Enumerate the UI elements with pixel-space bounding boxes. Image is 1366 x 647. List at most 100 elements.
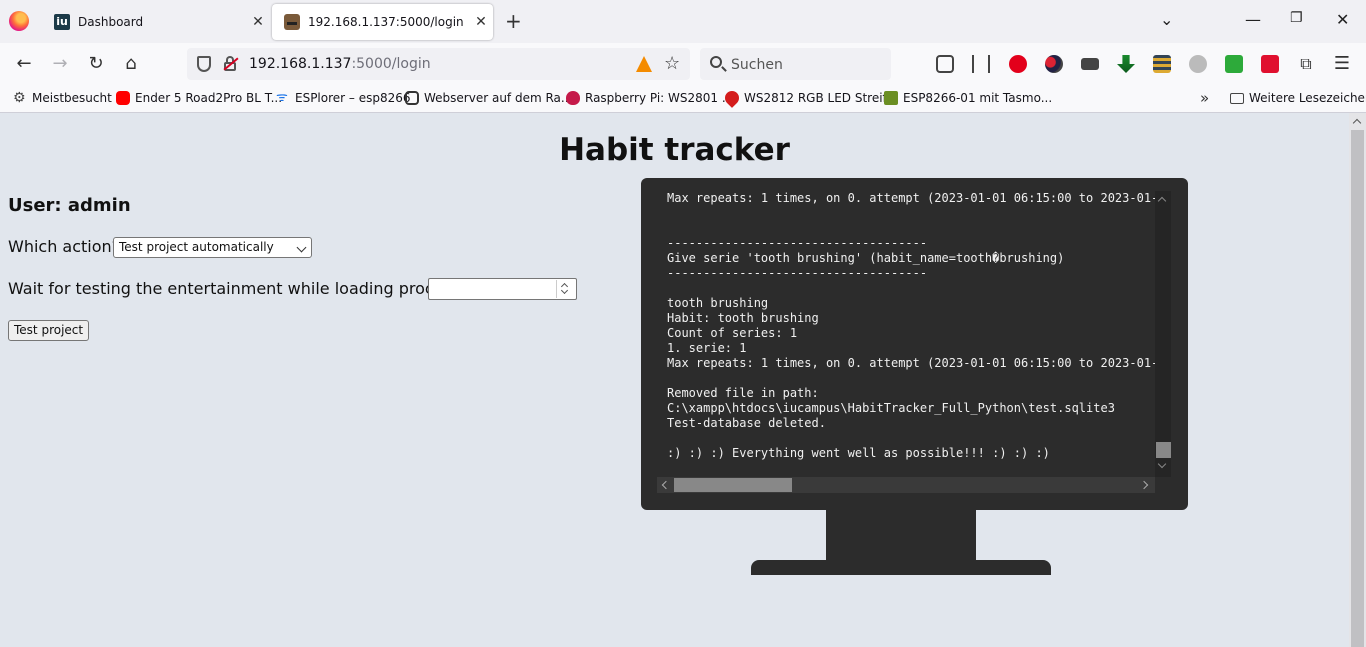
monitor-stand-neck [826,510,976,560]
monitor-stand-base [751,560,1051,575]
console-line: Max repeats: 1 times, on 0. attempt (202… [667,356,1157,370]
page-scroll-thumb[interactable] [1351,130,1364,647]
tab-strip: iu Dashboard ✕ 192.168.1.137:5000/login … [0,0,1366,43]
bookmark-star-icon[interactable]: ☆ [664,53,680,74]
console-vertical-scroll-thumb[interactable] [1156,442,1171,458]
console-output[interactable]: Max repeats: 1 times, on 0. attempt (202… [657,191,1157,473]
console-horizontal-scroll-thumb[interactable] [674,478,792,492]
console-line: ------------------------------------ [667,266,928,280]
page-scrollbar[interactable] [1349,113,1366,647]
page-content: Habit tracker User: admin Which action? … [0,113,1349,647]
search-icon [710,56,722,68]
back-arrow-icon[interactable]: ← [12,53,36,75]
bookmark-label: Ender 5 Road2Pro BL T... [135,91,283,105]
home-icon[interactable]: ⌂ [119,53,143,75]
reload-icon[interactable]: ↻ [84,53,108,75]
monitor-frame: Max repeats: 1 times, on 0. attempt (202… [641,178,1188,510]
tab-dashboard[interactable]: iu Dashboard ✕ [42,4,270,40]
gear-icon: ⚙ [13,90,26,106]
console-text: Max repeats: 1 times, on 0. attempt (202… [667,191,1157,461]
close-tab-icon[interactable]: ✕ [246,14,270,30]
wait-number-input[interactable] [428,278,577,300]
console-line: Test-database deleted. [667,416,826,430]
bookmark-esplorer[interactable]: ᯤ ESPlorer – esp8266 [276,91,411,106]
action-select[interactable]: Test project automatically [113,237,312,258]
adblock-plus-icon[interactable] [1009,55,1027,73]
console-horizontal-scrollbar[interactable] [657,477,1155,493]
extension-red-icon[interactable] [1261,55,1279,73]
tab-login[interactable]: 192.168.1.137:5000/login ✕ [272,4,493,40]
bookmark-raspberry[interactable]: Raspberry Pi: WS2801 ... [566,91,733,105]
console-line: Removed file in path: [667,386,819,400]
console-vertical-scrollbar[interactable] [1155,191,1171,477]
console-line: tooth brushing [667,296,769,310]
url-text[interactable]: 192.168.1.137:5000/login [249,56,431,72]
raspberry-icon [566,91,580,105]
bookmark-ender5[interactable]: Ender 5 Road2Pro BL T... [116,91,282,105]
pocket-icon[interactable] [936,55,954,73]
firefox-logo-icon[interactable] [9,11,29,31]
bookmark-label: Weitere Lesezeichen [1249,91,1366,105]
bookmark-label: Meistbesucht [32,91,112,105]
bookmark-esp8266[interactable]: ESP8266-01 mit Tasmo... [884,91,1052,105]
user-label: User: admin [8,195,131,216]
tracking-shield-icon[interactable] [197,56,211,72]
download-arrow-icon[interactable] [1117,55,1135,73]
close-window-icon[interactable]: ✕ [1336,10,1349,29]
extension-green-icon[interactable] [1225,55,1243,73]
print-icon[interactable] [1081,58,1099,70]
more-bookmarks-chevron-icon[interactable]: » [1200,89,1209,107]
navigation-bar: ← → ↻ ⌂ 192.168.1.137:5000/login ☆ Suche… [0,43,1366,86]
minimize-icon[interactable]: — [1245,10,1261,29]
action-question-label: Which action? [8,237,121,256]
extension-grey-icon[interactable] [1189,55,1207,73]
scroll-up-arrow-icon[interactable] [1157,196,1167,206]
bookmark-ws2812[interactable]: WS2812 RGB LED Streif... [722,88,897,108]
tab-label: 192.168.1.137:5000/login [308,15,464,29]
restore-icon[interactable]: ❐ [1290,10,1303,26]
console-line: Max repeats: 1 times, on 0. attempt (202… [667,191,1157,205]
other-bookmarks-folder[interactable]: Weitere Lesezeichen [1230,91,1366,105]
search-input[interactable]: Suchen [700,48,891,80]
bookmark-label: ESP8266-01 mit Tasmo... [903,91,1053,105]
bookmarks-toolbar: ⚙ Meistbesucht Ender 5 Road2Pro BL T... … [0,86,1366,113]
iu-logo-icon: iu [54,14,70,30]
scroll-up-arrow-icon[interactable] [1352,118,1362,128]
extension-balls-icon[interactable] [1045,55,1063,73]
page-title: Habit tracker [559,132,790,168]
extension-stack-icon[interactable] [1153,55,1171,73]
spin-down-icon[interactable] [560,286,569,295]
console-line: Count of series: 1 [667,326,798,340]
insecure-lock-icon[interactable] [223,56,239,72]
new-tab-plus-icon[interactable]: + [505,9,522,33]
number-spinner[interactable] [556,280,574,298]
folder-icon [1230,92,1244,104]
vlc-cone-icon[interactable] [636,56,652,72]
scroll-left-arrow-icon[interactable] [661,480,671,490]
action-selected-value: Test project automatically [119,240,274,254]
list-tabs-chevron-icon[interactable]: ⌄ [1160,10,1173,29]
youtube-icon [116,91,130,105]
hamburger-menu-icon[interactable]: ☰ [1330,53,1354,75]
close-tab-icon[interactable]: ✕ [469,14,493,30]
console-line: ------------------------------------ [667,236,928,250]
bookmark-meistbesucht[interactable]: ⚙ Meistbesucht [13,91,112,105]
tab-label: Dashboard [78,15,144,29]
library-icon[interactable] [972,55,990,73]
spy-icon [284,14,300,30]
console-line: 1. serie: 1 [667,341,747,355]
forward-arrow-icon[interactable]: → [48,53,72,75]
wait-question-label: Wait for testing the entertainment while… [8,279,469,298]
bookmark-webserver[interactable]: Webserver auf dem Ra... [405,91,572,105]
bookmark-label: Webserver auf dem Ra... [424,91,573,105]
test-project-button[interactable]: Test project [8,320,90,341]
scroll-down-arrow-icon[interactable] [1157,459,1167,469]
scroll-right-arrow-icon[interactable] [1139,480,1149,490]
address-bar[interactable]: 192.168.1.137:5000/login ☆ [187,48,690,80]
extensions-puzzle-icon[interactable]: ⧉ [1294,53,1318,75]
